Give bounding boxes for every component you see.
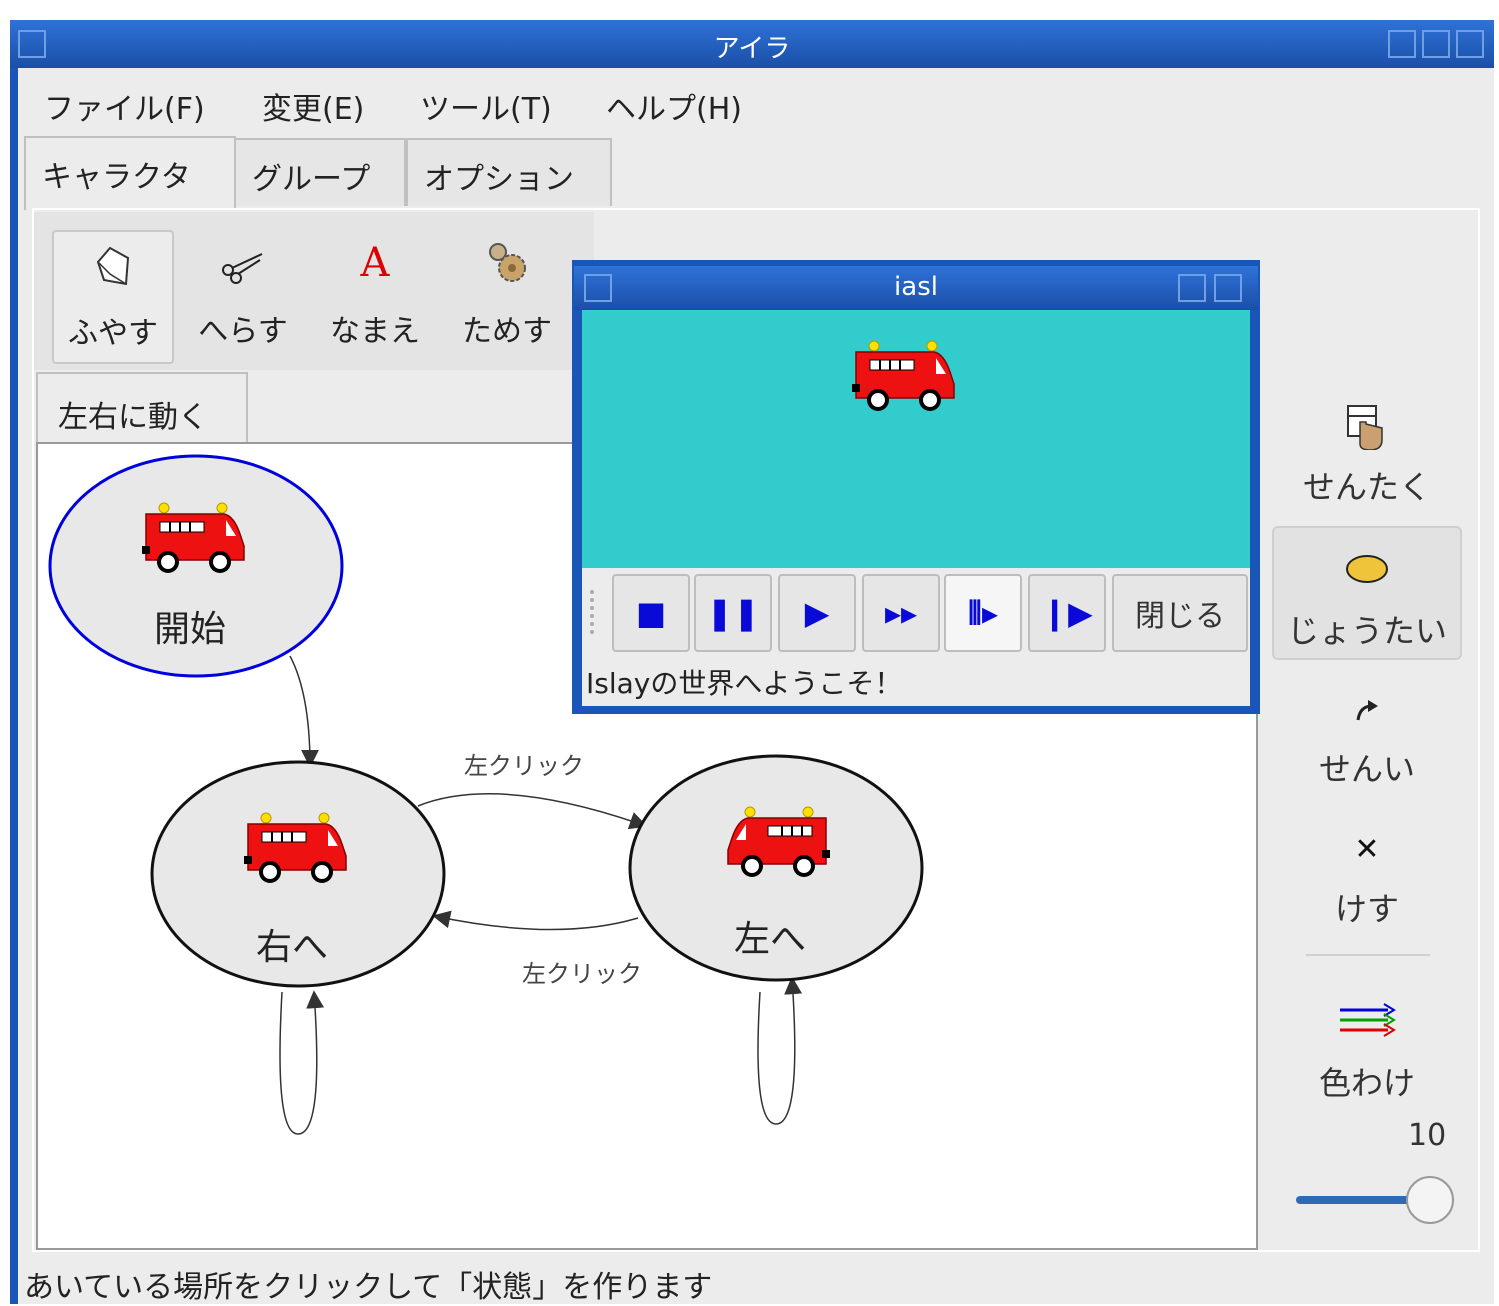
tool-remove-label: へらす <box>198 314 288 349</box>
tab-options[interactable]: オプション <box>406 138 612 206</box>
state-start-label: 開始 <box>154 609 227 650</box>
palette-select[interactable]: せんたく <box>1272 398 1462 508</box>
palette-color-label: 色わけ <box>1318 1064 1415 1102</box>
speed-value: 10 <box>1408 1118 1447 1153</box>
palette-delete[interactable]: ✕ けす <box>1272 832 1462 932</box>
tab-move-left-right[interactable]: 左右に動く <box>36 372 248 446</box>
main-titlebar[interactable]: アイラ <box>10 20 1494 68</box>
edge-start-to-right <box>289 655 319 768</box>
tool-test[interactable]: ためす <box>448 230 566 360</box>
close-icon[interactable] <box>1456 30 1484 58</box>
tab-group[interactable]: グループ <box>234 138 406 206</box>
tool-remove[interactable]: へらす <box>184 230 302 360</box>
color-arrows-icon <box>1340 1003 1396 1037</box>
stop-button[interactable]: ■ <box>612 574 690 652</box>
grip-handle-icon[interactable] <box>590 590 600 634</box>
tool-add-label: ふやす <box>68 316 158 351</box>
tool-rename[interactable]: A なまえ <box>316 230 434 360</box>
palette-transition-label: せんい <box>1318 750 1415 788</box>
paper-icon <box>96 246 130 286</box>
palette-delete-label: けす <box>1334 890 1399 928</box>
slow-icon: ⦀▸ <box>967 593 999 632</box>
menu-file[interactable]: ファイル(F) <box>44 84 205 128</box>
state-right-label: 右へ <box>256 927 329 968</box>
state-ellipse-icon <box>1346 555 1388 583</box>
iasl-close-icon[interactable] <box>1214 274 1242 302</box>
palette-transition[interactable]: せんい <box>1272 690 1462 790</box>
speed-slider-knob[interactable] <box>1406 1176 1454 1224</box>
tool-add[interactable]: ふやす <box>52 230 174 364</box>
step-button[interactable]: ❙▶ <box>1028 574 1106 652</box>
iasl-stage[interactable] <box>582 310 1250 568</box>
edge-label-top: 左クリック <box>464 752 584 780</box>
transition-arrow-icon <box>1356 700 1378 721</box>
pause-icon: ❚❚ <box>706 594 760 632</box>
tool-test-label: ためす <box>462 314 552 349</box>
select-hand-icon <box>1347 405 1383 450</box>
fast-forward-icon: ▸▸ <box>884 594 918 632</box>
edge-left-self-loop <box>757 976 803 1125</box>
window-title: アイラ <box>713 34 791 64</box>
gear-icon <box>489 243 526 282</box>
letter-a-icon: A <box>360 240 390 286</box>
delete-x-icon: ✕ <box>1354 832 1380 867</box>
palette-divider <box>1306 954 1430 956</box>
play-icon: ▶ <box>804 594 830 632</box>
minimize-icon[interactable] <box>1388 30 1416 58</box>
edge-right-self-loop <box>279 990 325 1135</box>
iasl-message: Islayの世界へようこそ！ <box>586 667 903 700</box>
stop-icon: ■ <box>635 594 667 632</box>
iasl-titlebar[interactable]: iasl <box>574 266 1258 310</box>
close-button[interactable]: 閉じる <box>1112 574 1248 652</box>
menu-tools[interactable]: ツール(T) <box>420 84 552 128</box>
palette-state-label: じょうたい <box>1286 612 1447 650</box>
play-button[interactable]: ▶ <box>778 574 856 652</box>
step-icon: ❙▶ <box>1041 594 1093 632</box>
tab-character[interactable]: キャラクタ <box>24 136 236 210</box>
edge-label-bottom: 左クリック <box>522 960 642 988</box>
palette-select-label: せんたく <box>1302 468 1431 506</box>
fast-forward-button[interactable]: ▸▸ <box>862 574 940 652</box>
status-text: あいている場所をクリックして「状態」を作ります <box>24 1270 713 1305</box>
state-left-label: 左へ <box>734 919 807 960</box>
iasl-title: iasl <box>894 272 938 302</box>
maximize-icon[interactable] <box>1422 30 1450 58</box>
tool-rename-label: なまえ <box>330 314 420 349</box>
scissors-icon <box>222 253 263 284</box>
character-toolbar: ふやす へらす A なまえ ためす <box>34 212 594 370</box>
iasl-minimize-icon[interactable] <box>1178 274 1206 302</box>
edge-left-to-right <box>432 910 639 931</box>
menubar: ファイル(F) 変更(E) ツール(T) ヘルプ(H) <box>18 72 1494 132</box>
menu-edit[interactable]: 変更(E) <box>262 84 364 128</box>
slow-button[interactable]: ⦀▸ <box>944 574 1022 652</box>
edge-right-to-left <box>417 793 648 830</box>
pause-button[interactable]: ❚❚ <box>694 574 772 652</box>
palette-color[interactable]: 色わけ <box>1272 996 1462 1102</box>
palette-state[interactable]: じょうたい <box>1272 526 1462 660</box>
fire-truck-sprite <box>850 340 956 411</box>
menu-help[interactable]: ヘルプ(H) <box>606 84 742 128</box>
